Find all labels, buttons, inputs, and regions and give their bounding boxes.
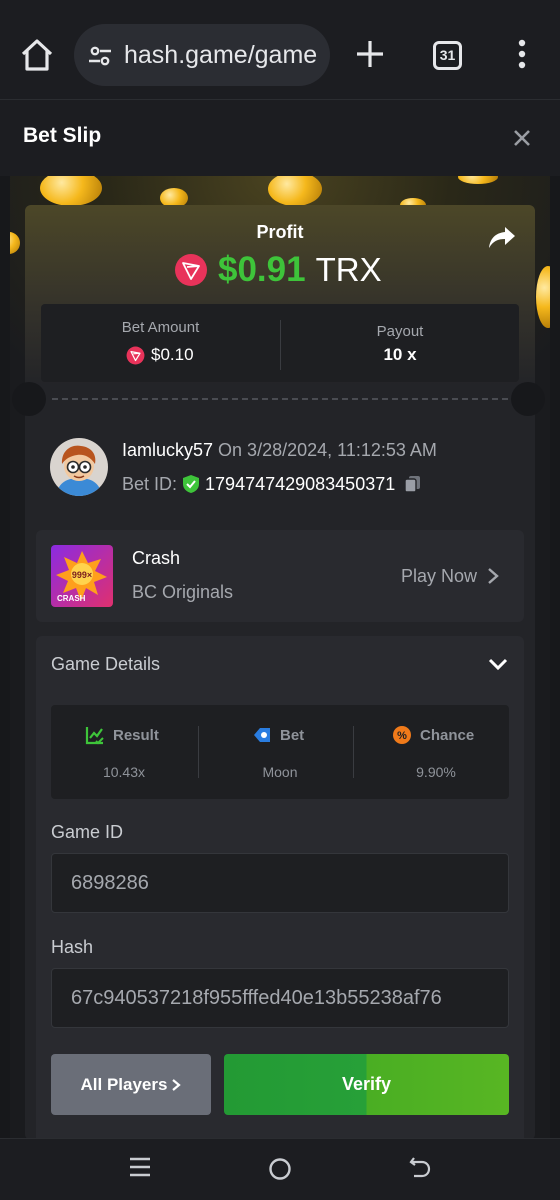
profit-row: $0.91 TRX [174, 248, 382, 292]
svg-text:%: % [397, 730, 407, 742]
chance-label: Chance [420, 726, 475, 744]
verify-button[interactable]: Verify [224, 1054, 509, 1115]
chance-value: 9.90% [416, 764, 456, 780]
close-button[interactable] [508, 124, 536, 152]
game-thumb-badge: 999× [72, 570, 92, 580]
game-thumbnail[interactable]: 999× CRASH [51, 545, 113, 607]
game-thumb-caption: CRASH [57, 594, 86, 603]
bet-icon [254, 728, 270, 742]
nav-home-icon [269, 1158, 291, 1180]
back-icon [409, 1157, 431, 1178]
close-icon [514, 130, 530, 146]
game-provider: BC Originals [132, 582, 234, 602]
game-id-field[interactable]: 6898286 [51, 853, 509, 913]
url-bar[interactable]: hash.game/game [74, 24, 330, 86]
bet-amount-row: $0.10 [126, 344, 194, 366]
chance-header: % Chance [392, 723, 474, 747]
profit-value: $0.91 [218, 250, 306, 289]
bet-label: Bet [280, 726, 305, 744]
ticket-notch-right [511, 382, 545, 416]
copy-icon[interactable] [403, 474, 423, 494]
all-players-label: All Players [80, 1074, 168, 1094]
result-icon [85, 727, 104, 745]
avatar-image [50, 438, 108, 496]
chevron-right-icon [488, 568, 499, 584]
payout-value: 10 x [383, 345, 417, 364]
chance-icon: % [393, 726, 411, 744]
new-tab-button[interactable] [354, 38, 386, 70]
share-button[interactable] [487, 224, 517, 252]
bet-id-row: Bet ID: 1794747429083450371 [122, 472, 423, 496]
trx-icon [175, 254, 207, 286]
result-header: Result [85, 723, 159, 747]
bet-slip-title: Bet Slip [23, 124, 102, 147]
details-toggle[interactable] [487, 655, 509, 673]
play-now-link[interactable]: Play Now [401, 565, 499, 587]
payout-label: Payout [376, 323, 424, 340]
user-line: Iamlucky57 On 3/28/2024, 11:12:53 AM [122, 440, 437, 461]
ticket-notch-left [12, 382, 46, 416]
crash-game-art: 999× CRASH [51, 545, 113, 607]
chevron-right-icon [172, 1078, 182, 1091]
game-name: Crash [132, 548, 181, 568]
tabs-button[interactable]: 31 [433, 41, 462, 70]
hash-value[interactable]: 67c940537218f955fffed40e13b55238af76 [71, 987, 442, 1010]
verified-icon [183, 475, 200, 493]
bet-slip-header: Bet Slip [0, 100, 560, 176]
home-icon [21, 39, 53, 71]
trx-icon [126, 346, 145, 364]
bet-id-value: 1794747429083450371 [205, 473, 396, 494]
ticket-perforation [52, 398, 508, 400]
bet-date: On 3/28/2024, 11:12:53 AM [213, 440, 437, 460]
chevron-down-icon [488, 658, 508, 671]
bet-header: Bet [252, 723, 304, 747]
result-label: Result [113, 726, 159, 744]
hash-label: Hash [51, 937, 94, 957]
url-text[interactable]: hash.game/game [124, 41, 317, 70]
more-menu-button[interactable] [512, 38, 532, 70]
game-id-label: Game ID [51, 822, 124, 842]
recents-button[interactable] [129, 1156, 151, 1178]
bet-value: Moon [262, 764, 298, 780]
bet-amount-value: $0.10 [151, 345, 194, 364]
game-id-value[interactable]: 6898286 [71, 872, 149, 895]
bet-id-label: Bet ID: [122, 473, 178, 494]
avatar[interactable] [50, 438, 108, 496]
profit-label: Profit [256, 222, 304, 242]
bet-amount-label: Bet Amount [121, 319, 200, 336]
play-now-label[interactable]: Play Now [401, 566, 477, 587]
nav-home-button[interactable] [268, 1157, 292, 1181]
plus-icon [357, 41, 383, 67]
game-details-title[interactable]: Game Details [51, 654, 160, 675]
tune-icon[interactable] [86, 42, 114, 70]
share-icon [489, 227, 515, 248]
profit-currency: TRX [315, 251, 382, 288]
home-button[interactable] [18, 36, 56, 74]
hash-field[interactable]: 67c940537218f955fffed40e13b55238af76 [51, 968, 509, 1028]
result-value: 10.43x [102, 764, 146, 780]
all-players-button[interactable]: All Players [51, 1054, 211, 1115]
more-vert-icon [518, 39, 526, 69]
recents-icon [130, 1157, 150, 1177]
result-box [51, 705, 509, 799]
username[interactable]: Iamlucky57 [122, 440, 213, 460]
verify-label: Verify [341, 1074, 392, 1094]
back-button[interactable] [408, 1155, 432, 1179]
